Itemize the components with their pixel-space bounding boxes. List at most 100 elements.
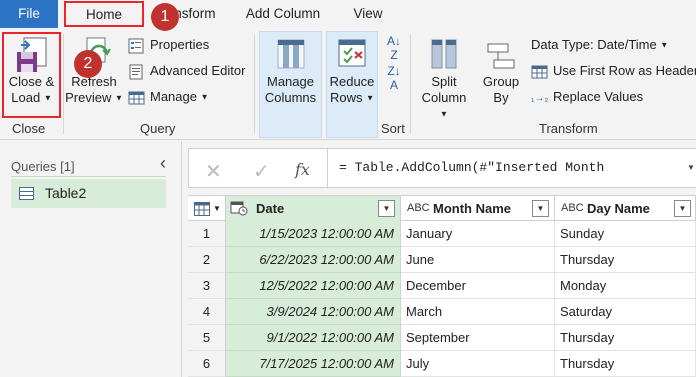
manage-columns-label-2: Columns: [264, 90, 317, 105]
sort-descending-button[interactable]: Z↓ A: [384, 64, 404, 92]
fx-icon[interactable]: fx: [295, 160, 310, 179]
queries-label: Queries [1]: [11, 159, 75, 174]
column-name-month: Month Name: [433, 201, 511, 216]
split-column-label-2: Column: [421, 90, 467, 105]
month-cell[interactable]: March: [401, 299, 555, 325]
table-menu-button[interactable]: ▼: [188, 196, 226, 221]
column-filter-date[interactable]: ▼: [378, 200, 395, 217]
row-number[interactable]: 1: [188, 221, 226, 247]
replace-values-button[interactable]: ₁→₂ Replace Values: [531, 86, 643, 108]
split-column-label-1: Split: [431, 74, 457, 89]
sort-ascending-button[interactable]: A↓ Z: [384, 34, 404, 62]
row-number[interactable]: 5: [188, 325, 226, 351]
close-load-label-2: Load: [11, 90, 41, 105]
data-grid: ▼ Date ▼ ABC Month Name ▼ ABC Day Name ▼…: [188, 195, 696, 377]
chevron-down-icon[interactable]: ▼: [687, 163, 695, 172]
row-number[interactable]: 6: [188, 351, 226, 377]
group-by-button[interactable]: Group By: [476, 36, 526, 106]
data-type-dropdown[interactable]: Data Type: Date/Time ▼: [531, 34, 668, 56]
text-type-icon: ABC: [407, 202, 430, 214]
date-cell[interactable]: 12/5/2022 12:00:00 AM: [226, 273, 401, 299]
divider: [410, 34, 411, 134]
column-header-day-name[interactable]: ABC Day Name ▼: [555, 196, 696, 221]
close-load-icon: [16, 37, 46, 72]
advanced-editor-icon: [129, 64, 143, 80]
manage-label: Manage: [150, 89, 197, 104]
manage-columns-button[interactable]: Manage Columns: [259, 36, 322, 106]
date-cell[interactable]: 7/17/2025 12:00:00 AM: [226, 351, 401, 377]
sort-descending-icon: Z↓ A: [387, 64, 401, 92]
day-cell[interactable]: Monday: [555, 273, 696, 299]
day-cell[interactable]: Thursday: [555, 325, 696, 351]
month-cell[interactable]: June: [401, 247, 555, 273]
group-by-label-2: By: [493, 90, 509, 105]
chevron-down-icon: ▼: [366, 93, 375, 103]
query-item-table2[interactable]: Table2: [11, 179, 166, 208]
month-cell[interactable]: September: [401, 325, 555, 351]
replace-values-label: Replace Values: [553, 89, 644, 104]
day-cell[interactable]: Saturday: [555, 299, 696, 325]
date-cell[interactable]: 3/9/2024 12:00:00 AM: [226, 299, 401, 325]
group-label-query: Query: [140, 121, 176, 136]
divider: [254, 34, 255, 134]
day-cell[interactable]: Sunday: [555, 221, 696, 247]
cancel-formula-icon[interactable]: ✕: [205, 159, 222, 184]
column-header-month-name[interactable]: ABC Month Name ▼: [401, 196, 555, 221]
chevron-down-icon: ▼: [43, 93, 52, 103]
confirm-formula-icon[interactable]: ✓: [253, 159, 270, 184]
data-type-label: Data Type: Date/Time: [531, 37, 657, 52]
advanced-editor-button[interactable]: Advanced Editor: [128, 60, 245, 82]
row-number[interactable]: 3: [188, 273, 226, 299]
column-header-date[interactable]: Date ▼: [226, 196, 401, 221]
month-cell[interactable]: January: [401, 221, 555, 247]
formula-bar: ✕ ✓ fx = Table.AddColumn(#"Inserted Mont…: [188, 148, 696, 188]
close-load-button[interactable]: Close & Load ▼: [4, 36, 59, 107]
day-cell[interactable]: Thursday: [555, 247, 696, 273]
chevron-down-icon: ▼: [114, 93, 123, 103]
column-name-date: Date: [256, 201, 285, 216]
table-row: 5 9/1/2022 12:00:00 AM September Thursda…: [188, 325, 696, 351]
split-column-button[interactable]: Split Column ▼: [416, 36, 472, 123]
chevron-down-icon: ▼: [660, 40, 669, 50]
divider: [11, 176, 166, 177]
split-column-icon: [431, 39, 457, 69]
reduce-rows-button[interactable]: Reduce Rows ▼: [326, 36, 378, 107]
group-by-label-1: Group: [482, 74, 520, 89]
text-type-icon: ABC: [561, 202, 584, 214]
use-first-row-icon: [531, 65, 548, 79]
use-first-row-button[interactable]: Use First Row as Headers: [531, 60, 696, 82]
collapse-pane-icon[interactable]: ‹: [160, 153, 166, 174]
tab-view[interactable]: View: [345, 0, 391, 28]
reduce-rows-label-1: Reduce: [329, 74, 375, 89]
group-label-transform: Transform: [539, 121, 598, 136]
date-cell[interactable]: 9/1/2022 12:00:00 AM: [226, 325, 401, 351]
formula-input[interactable]: = Table.AddColumn(#"Inserted Month: [339, 160, 604, 175]
month-cell[interactable]: July: [401, 351, 555, 377]
table-icon: [194, 202, 210, 216]
column-name-day: Day Name: [587, 201, 650, 216]
column-filter-month[interactable]: ▼: [532, 200, 549, 217]
properties-label: Properties: [150, 37, 210, 52]
column-filter-day[interactable]: ▼: [674, 200, 691, 217]
grid-header: ▼ Date ▼ ABC Month Name ▼ ABC Day Name ▼: [188, 195, 696, 221]
table-row: 1 1/15/2023 12:00:00 AM January Sunday: [188, 221, 696, 247]
row-number[interactable]: 4: [188, 299, 226, 325]
properties-button[interactable]: Properties: [128, 34, 209, 56]
manage-table-icon: [128, 91, 145, 105]
date-cell[interactable]: 1/15/2023 12:00:00 AM: [226, 221, 401, 247]
close-load-label-1: Close &: [8, 74, 55, 89]
day-cell[interactable]: Thursday: [555, 351, 696, 377]
row-number[interactable]: 2: [188, 247, 226, 273]
divider: [327, 149, 328, 187]
group-label-close: Close: [12, 121, 46, 136]
tab-home[interactable]: Home: [64, 1, 144, 27]
query-item-label: Table2: [45, 185, 87, 201]
date-cell[interactable]: 6/22/2023 12:00:00 AM: [226, 247, 401, 273]
manage-button[interactable]: Manage ▼: [128, 86, 209, 108]
tab-file[interactable]: File: [0, 0, 58, 28]
ribbon-tab-bar: File Home Transform Add Column View: [0, 0, 696, 28]
month-cell[interactable]: December: [401, 273, 555, 299]
replace-values-icon: ₁→₂: [531, 93, 549, 104]
tab-add-column[interactable]: Add Column: [235, 0, 331, 28]
chevron-down-icon: ▼: [440, 109, 448, 119]
